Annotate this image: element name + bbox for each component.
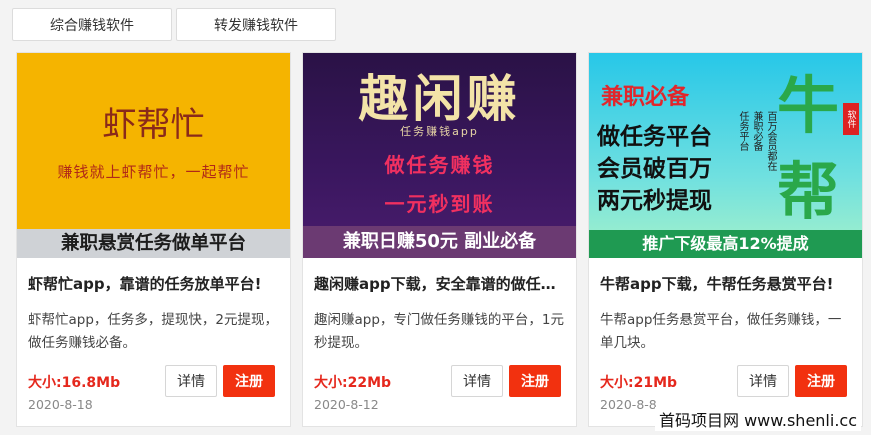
- app-title[interactable]: 牛帮app下载，牛帮任务悬赏平台!: [600, 273, 852, 294]
- app-size: 大小:22Mb: [314, 375, 392, 391]
- detail-button[interactable]: 详情: [165, 365, 217, 397]
- thumbnail-logo-char-1: 牛: [777, 69, 840, 142]
- site-watermark: 首码项目网 www.shenli.cc: [655, 407, 861, 431]
- app-date: 2020-8-12: [314, 397, 379, 412]
- detail-button[interactable]: 详情: [451, 365, 503, 397]
- thumbnail-vertical-text-1: 兼职必备: [751, 111, 762, 151]
- app-date: 2020-8-18: [28, 397, 93, 412]
- app-card: 兼职必备 做任务平台 会员破百万 两元秒提现 兼职必备 百万会员都在 任务平台 …: [588, 52, 863, 427]
- app-title[interactable]: 虾帮忙app，靠谱的任务放单平台!: [28, 273, 280, 294]
- thumbnail-subtitle: 任务赚钱app: [400, 125, 479, 138]
- thumbnail-slogan: 赚钱就上虾帮忙，一起帮忙: [57, 163, 250, 181]
- thumbnail-line-3: 两元秒提现: [597, 188, 712, 214]
- thumbnail-logo-text: 趣闲赚: [358, 69, 521, 128]
- category-tabs: 综合赚钱软件 转发赚钱软件: [12, 8, 336, 41]
- app-date: 2020-8-8: [600, 397, 657, 412]
- thumbnail-seal: 软件: [843, 103, 859, 135]
- detail-button[interactable]: 详情: [737, 365, 789, 397]
- thumbnail-tagline-1: 做任务赚钱: [384, 153, 495, 177]
- register-button[interactable]: 注册: [795, 365, 847, 397]
- thumbnail-line-2: 会员破百万: [597, 156, 712, 182]
- app-description: 牛帮app任务悬赏平台，做任务赚钱，一单几块。: [600, 312, 842, 351]
- thumbnail-banner: 兼职悬赏任务做单平台: [17, 229, 290, 258]
- app-title[interactable]: 趣闲赚app下载，安全靠谱的做任务赚钱平台!: [314, 273, 566, 294]
- thumbnail-vertical-text-3: 任务平台: [737, 111, 748, 151]
- app-card: 虾帮忙 赚钱就上虾帮忙，一起帮忙 兼职悬赏任务做单平台 虾帮忙app，靠谱的任务…: [16, 52, 291, 427]
- app-thumbnail[interactable]: 趣闲赚 任务赚钱app 做任务赚钱 一元秒到账 兼职日赚50元 副业必备: [303, 53, 576, 258]
- app-description: 趣闲赚app，专门做任务赚钱的平台，1元秒提现。: [314, 312, 564, 351]
- app-thumbnail[interactable]: 兼职必备 做任务平台 会员破百万 两元秒提现 兼职必备 百万会员都在 任务平台 …: [589, 53, 862, 258]
- register-button[interactable]: 注册: [509, 365, 561, 397]
- thumbnail-logo-text: 虾帮忙: [102, 105, 205, 145]
- app-description: 虾帮忙app，任务多，提现快，2元提现，做任务赚钱必备。: [28, 312, 278, 351]
- tab-share-money-apps[interactable]: 转发赚钱软件: [176, 8, 336, 41]
- app-size: 大小:21Mb: [600, 375, 678, 391]
- thumbnail-logo-char-2: 帮: [777, 155, 840, 228]
- thumbnail-banner: 推广下级最高12%提成: [589, 230, 862, 258]
- thumbnail-vertical-text-2: 百万会员都在: [765, 111, 776, 171]
- app-thumbnail[interactable]: 虾帮忙 赚钱就上虾帮忙，一起帮忙 兼职悬赏任务做单平台: [17, 53, 290, 258]
- tab-general-money-apps[interactable]: 综合赚钱软件: [12, 8, 172, 41]
- thumbnail-tagline-2: 一元秒到账: [384, 192, 495, 216]
- thumbnail-heading: 兼职必备: [601, 85, 690, 110]
- thumbnail-line-1: 做任务平台: [597, 124, 712, 150]
- thumbnail-banner: 兼职日赚50元 副业必备: [303, 226, 576, 258]
- register-button[interactable]: 注册: [223, 365, 275, 397]
- app-size: 大小:16.8Mb: [28, 375, 121, 391]
- app-card: 趣闲赚 任务赚钱app 做任务赚钱 一元秒到账 兼职日赚50元 副业必备 趣闲赚…: [302, 52, 577, 427]
